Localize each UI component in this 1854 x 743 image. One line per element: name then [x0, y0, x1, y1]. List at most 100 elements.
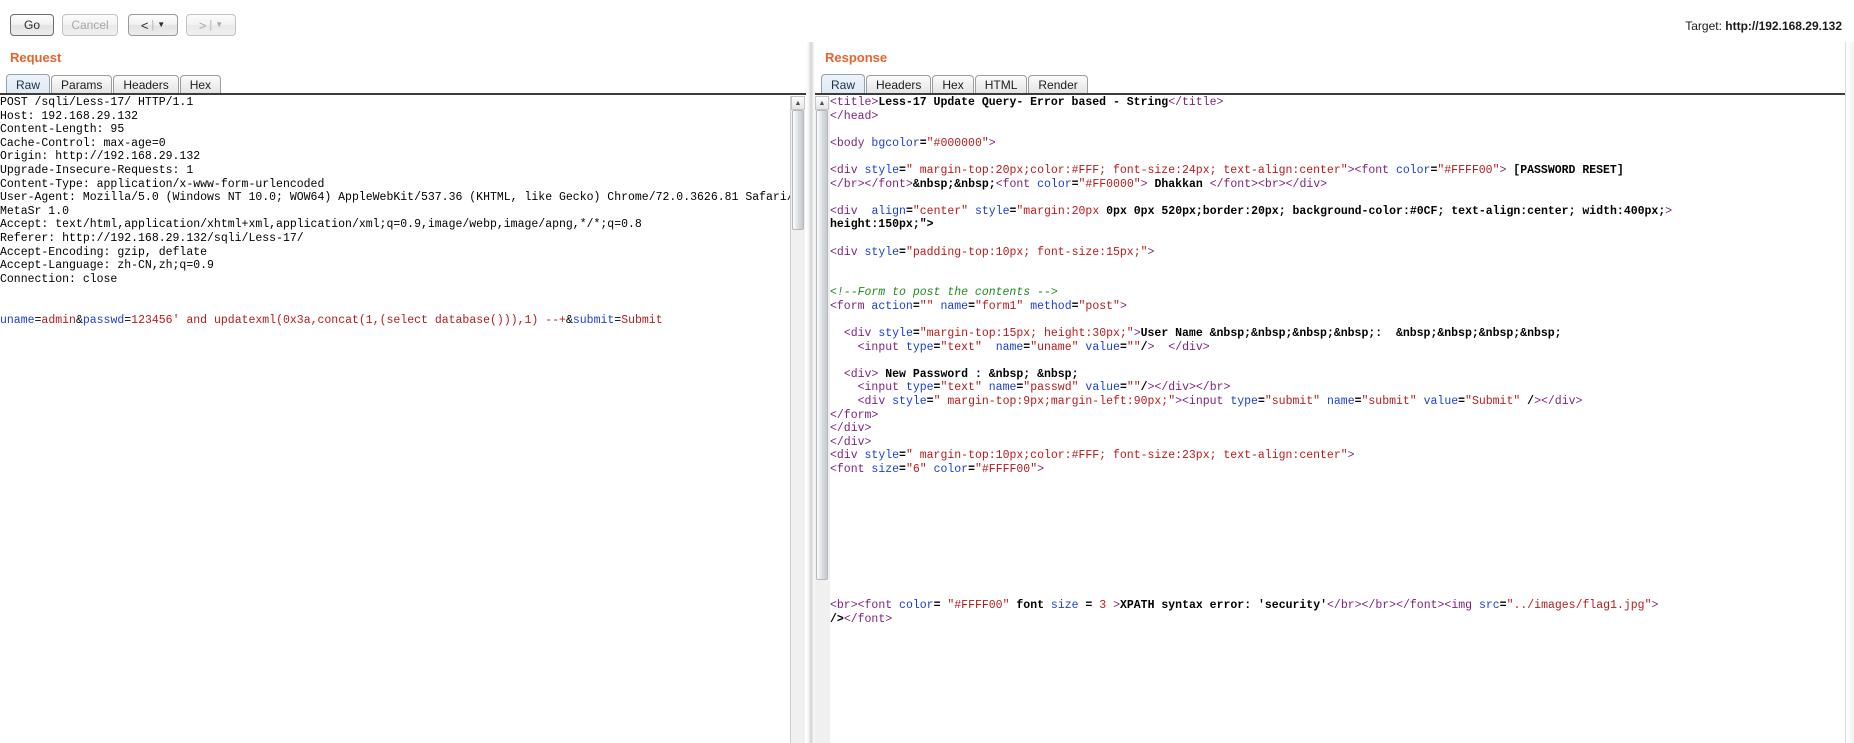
- button-divider: |: [209, 19, 213, 31]
- request-vertical-scrollbar[interactable]: ▲: [790, 96, 805, 743]
- request-line: Connection: close: [0, 272, 118, 286]
- response-line: [830, 232, 1854, 246]
- request-tab-headers[interactable]: Headers: [113, 75, 179, 94]
- repeater-toolbar: Go Cancel < | ▼ > | ▼ Target: http://192…: [0, 0, 1854, 42]
- back-history-button[interactable]: < | ▼: [128, 14, 178, 36]
- response-vertical-scrollbar[interactable]: ▲: [815, 96, 831, 743]
- response-line: <font size="6" color="#FFFF00">: [830, 463, 1045, 477]
- response-line: <div style=" margin-top:20px;color:#FFF;…: [830, 163, 1624, 177]
- request-line: Accept-Encoding: gzip, deflate: [0, 245, 208, 259]
- target-prefix: Target:: [1685, 19, 1726, 33]
- payload-segment: &: [75, 313, 83, 327]
- request-line: Host: 192.168.29.132: [0, 109, 139, 123]
- response-line: [830, 123, 1854, 137]
- button-divider: |: [151, 19, 155, 31]
- response-raw-editor[interactable]: <title>Less-17 Update Query- Error based…: [830, 96, 1854, 743]
- scroll-up-arrow-icon[interactable]: ▲: [815, 96, 829, 110]
- response-line: [830, 558, 1854, 572]
- response-line: <br><font color= "#FFFF00" font size = 3…: [830, 598, 1659, 612]
- pane-divider[interactable]: [806, 42, 815, 743]
- response-line: [830, 150, 1854, 164]
- response-tab-headers[interactable]: Headers: [866, 75, 932, 94]
- response-line: [830, 531, 1854, 545]
- request-line: POST /sqli/Less-17/ HTTP/1.1: [0, 96, 194, 109]
- request-line: Cache-Control: max-age=0: [0, 136, 166, 150]
- response-tab-render[interactable]: Render: [1028, 75, 1088, 94]
- request-tab-hex[interactable]: Hex: [179, 75, 222, 94]
- response-pane-title: Response: [825, 50, 888, 65]
- payload-segment: admin: [41, 313, 76, 327]
- request-line: MetaSr 1.0: [0, 204, 70, 218]
- payload-segment: Submit: [621, 313, 663, 327]
- response-line: <title>Less-17 Update Query- Error based…: [830, 96, 1224, 109]
- scroll-thumb[interactable]: [792, 110, 804, 230]
- response-tab-underline: [815, 93, 1854, 95]
- response-line: [830, 490, 1854, 504]
- request-pane-title: Request: [10, 50, 62, 65]
- response-tab-raw[interactable]: Raw: [821, 74, 866, 94]
- response-line: [830, 191, 1854, 205]
- request-line: [0, 300, 790, 314]
- response-line: /></font>: [830, 612, 893, 626]
- chevron-down-icon: ▼: [215, 20, 224, 29]
- request-line: Origin: http://192.168.29.132: [0, 150, 201, 164]
- chevron-down-icon[interactable]: ▼: [157, 21, 165, 29]
- forward-arrow-icon: >: [198, 17, 207, 33]
- response-line: [830, 477, 1854, 491]
- request-line: Content-Type: application/x-www-form-url…: [0, 177, 325, 191]
- response-line: [830, 504, 1854, 518]
- payload-segment: uname: [0, 313, 35, 327]
- response-line: </br></font>&nbsp;&nbsp;<font color="#FF…: [830, 177, 1328, 191]
- response-line: </div>: [830, 435, 872, 449]
- response-line: <div> New Password : &nbsp; &nbsp;: [843, 367, 1079, 381]
- target-url: http://192.168.29.132: [1725, 19, 1842, 33]
- cancel-button: Cancel: [62, 14, 118, 36]
- request-tab-underline: [0, 93, 806, 95]
- response-line: height:150px;">: [830, 218, 934, 232]
- response-tabstrip: Raw Headers Hex HTML Render: [821, 74, 1089, 94]
- request-line: [0, 286, 790, 300]
- response-line: </head>: [830, 109, 879, 123]
- response-line: <!--Form to post the contents -->: [830, 286, 1058, 300]
- scroll-up-arrow-icon[interactable]: ▲: [791, 96, 805, 110]
- request-line: Accept-Language: zh-CN,zh;q=0.9: [0, 259, 214, 273]
- request-raw-editor[interactable]: POST /sqli/Less-17/ HTTP/1.1 Host: 192.16…: [0, 96, 790, 743]
- response-line: [830, 517, 1854, 531]
- response-line: [830, 572, 1854, 586]
- response-line: <div align="center" style="margin:20px 0…: [830, 204, 1673, 218]
- response-line: <div style="padding-top:10px; font-size:…: [830, 245, 1155, 259]
- response-tab-hex[interactable]: Hex: [932, 75, 974, 94]
- response-line: <div style="margin-top:15px; height:30px…: [843, 327, 1562, 341]
- request-line: User-Agent: Mozilla/5.0 (Windows NT 10.0…: [0, 191, 790, 205]
- response-line: <form action="" name="form1" method="pos…: [830, 299, 1127, 313]
- payload-segment: &: [565, 313, 573, 327]
- target-label[interactable]: Target: http://192.168.29.132: [1685, 19, 1842, 33]
- request-tab-params[interactable]: Params: [51, 75, 113, 94]
- response-line: </div>: [830, 422, 872, 436]
- response-line: [830, 314, 1854, 328]
- response-line: [830, 259, 1854, 273]
- request-line: Content-Length: 95: [0, 123, 125, 137]
- request-body-payload: uname=admin&passwd=123456' and updatexml…: [0, 314, 790, 328]
- window-vertical-scrollbar[interactable]: [1845, 42, 1854, 743]
- request-pane: Request Raw Params Headers Hex POST /sqli/L…: [0, 42, 806, 743]
- request-line: Referer: http://192.168.29.132/sqli/Less…: [0, 231, 304, 245]
- response-line: <body bgcolor="#000000">: [830, 136, 996, 150]
- request-line: Upgrade-Insecure-Requests: 1: [0, 163, 194, 177]
- forward-history-button: > | ▼: [186, 14, 236, 36]
- back-arrow-icon: <: [140, 17, 149, 33]
- request-tab-raw[interactable]: Raw: [6, 74, 51, 94]
- payload-segment: 123456' and updatexml(0x3a,concat(1,(sel…: [131, 313, 566, 327]
- response-line: [830, 354, 1854, 368]
- response-tab-html[interactable]: HTML: [974, 75, 1028, 94]
- response-line: [830, 545, 1854, 559]
- burp-repeater-window: Go Cancel < | ▼ > | ▼ Target: http://192…: [0, 0, 1854, 743]
- response-line: [830, 273, 1854, 287]
- response-line: </form>: [830, 408, 879, 422]
- response-pane: Response Raw Headers Hex HTML Render ▲ <titl…: [815, 42, 1854, 743]
- response-line: <div style=" margin-top:9px;margin-left:…: [857, 395, 1583, 409]
- scroll-thumb[interactable]: [816, 110, 828, 580]
- response-line: <input type="text" name="passwd" value="…: [857, 381, 1231, 395]
- go-button[interactable]: Go: [10, 14, 54, 36]
- response-line: [830, 585, 1854, 599]
